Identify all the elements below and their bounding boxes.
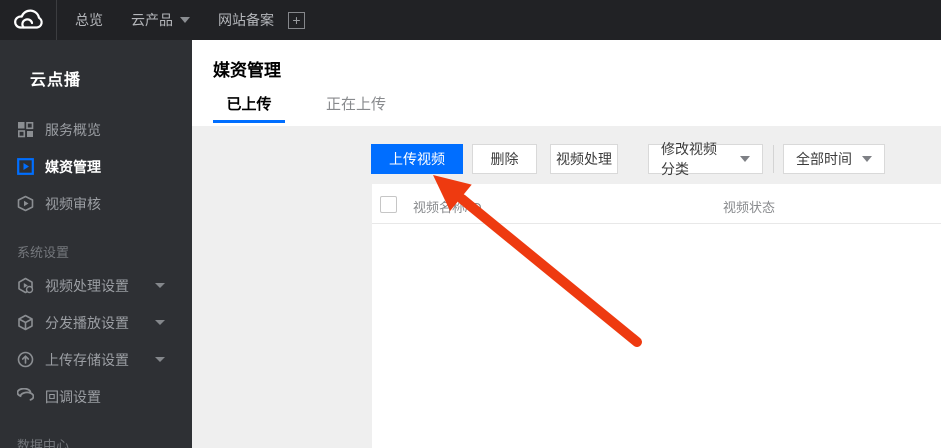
media-table-panel: 视频名称/ID 视频状态 bbox=[372, 184, 941, 448]
distribute-play-icon bbox=[18, 314, 33, 331]
modify-category-dropdown[interactable]: 修改视频分类 bbox=[648, 141, 763, 177]
time-filter-dropdown[interactable]: 全部时间 bbox=[783, 144, 885, 174]
video-review-icon bbox=[17, 195, 34, 212]
tab-label: 已上传 bbox=[226, 96, 272, 113]
sidebar-item-video-process-settings[interactable]: 视频处理设置 bbox=[0, 267, 192, 304]
nav-overview-label: 总览 bbox=[75, 12, 103, 28]
nav-cloud-products-label: 云产品 bbox=[131, 12, 173, 28]
tab-bar: 已上传 正在上传 bbox=[213, 93, 392, 123]
toolbar-divider bbox=[773, 145, 774, 173]
sidebar-item-upload-storage-settings[interactable]: 上传存储设置 bbox=[0, 341, 192, 378]
sidebar-product-title: 云点播 bbox=[30, 72, 82, 89]
select-all-checkbox[interactable] bbox=[380, 196, 397, 213]
nav-website-icp-label: 网站备案 bbox=[218, 12, 274, 28]
sidebar-item-label: 回调设置 bbox=[45, 388, 101, 405]
sidebar-group-settings: 视频处理设置 分发播放设置 上传存储设置 回调设置 bbox=[0, 267, 192, 415]
main-header: 媒资管理 已上传 正在上传 bbox=[192, 40, 941, 126]
chevron-down-icon bbox=[862, 156, 872, 162]
chevron-down-icon bbox=[180, 17, 190, 23]
topnav: 总览 云产品 网站备案 + bbox=[57, 0, 305, 40]
sidebar-item-video-review[interactable]: 视频审核 bbox=[0, 185, 192, 222]
callback-icon bbox=[17, 388, 34, 401]
sidebar-item-callback-settings[interactable]: 回调设置 bbox=[0, 378, 192, 415]
sidebar-item-distribute-play-settings[interactable]: 分发播放设置 bbox=[0, 304, 192, 341]
tab-uploaded[interactable]: 已上传 bbox=[213, 93, 285, 123]
sidebar-section-data-center: 数据中心 bbox=[17, 438, 70, 448]
column-header-video-status: 视频状态 bbox=[723, 200, 776, 215]
dashboard-grid-icon bbox=[17, 121, 34, 138]
sidebar-section-system-settings: 系统设置 bbox=[17, 245, 70, 260]
delete-button[interactable]: 删除 bbox=[472, 144, 537, 174]
add-shortcut-icon[interactable]: + bbox=[288, 11, 305, 29]
sidebar-item-label: 分发播放设置 bbox=[45, 314, 129, 331]
upload-storage-icon bbox=[17, 351, 34, 368]
tab-uploading[interactable]: 正在上传 bbox=[320, 93, 392, 123]
sidebar-item-label: 视频审核 bbox=[45, 195, 101, 212]
upload-video-button[interactable]: 上传视频 bbox=[371, 144, 463, 174]
time-filter-value: 全部时间 bbox=[796, 151, 852, 167]
sidebar-item-label: 视频处理设置 bbox=[45, 277, 129, 294]
table-header: 视频名称/ID 视频状态 bbox=[372, 184, 941, 224]
nav-website-icp[interactable]: 网站备案 bbox=[218, 0, 274, 40]
sidebar-item-service-overview[interactable]: 服务概览 bbox=[0, 111, 192, 148]
nav-cloud-products[interactable]: 云产品 bbox=[131, 0, 190, 40]
cloud-icon bbox=[14, 9, 43, 29]
chevron-down-icon bbox=[740, 156, 750, 162]
topbar: 总览 云产品 网站备案 + bbox=[0, 0, 941, 40]
delete-label: 删除 bbox=[490, 151, 519, 167]
column-header-video-name-id: 视频名称/ID bbox=[413, 200, 482, 215]
upload-video-label: 上传视频 bbox=[389, 151, 445, 167]
chevron-down-icon bbox=[155, 320, 165, 325]
video-process-label: 视频处理 bbox=[556, 151, 612, 167]
sidebar: 云点播 服务概览 媒资管理 视频审核 系统设置 视频处理设置 分发播放设置 上传… bbox=[0, 40, 192, 448]
sidebar-item-label: 上传存储设置 bbox=[45, 351, 129, 368]
tencent-cloud-logo[interactable] bbox=[0, 0, 57, 40]
video-process-button[interactable]: 视频处理 bbox=[550, 144, 618, 174]
video-process-icon bbox=[18, 277, 34, 294]
chevron-down-icon bbox=[155, 283, 165, 288]
page-title: 媒资管理 bbox=[213, 61, 281, 80]
vod-console-window: 总览 云产品 网站备案 + 云点播 服务概览 媒资管理 视频审核 系统设置 视频… bbox=[0, 0, 941, 448]
toolbar: 上传视频 删除 视频处理 修改视频分类 全部时间 bbox=[0, 141, 941, 177]
sidebar-item-label: 服务概览 bbox=[45, 121, 101, 138]
tab-label: 正在上传 bbox=[325, 96, 386, 113]
nav-overview[interactable]: 总览 bbox=[75, 0, 103, 40]
modify-category-label: 修改视频分类 bbox=[661, 141, 717, 177]
plus-glyph: + bbox=[292, 12, 301, 28]
chevron-down-icon bbox=[155, 357, 165, 362]
